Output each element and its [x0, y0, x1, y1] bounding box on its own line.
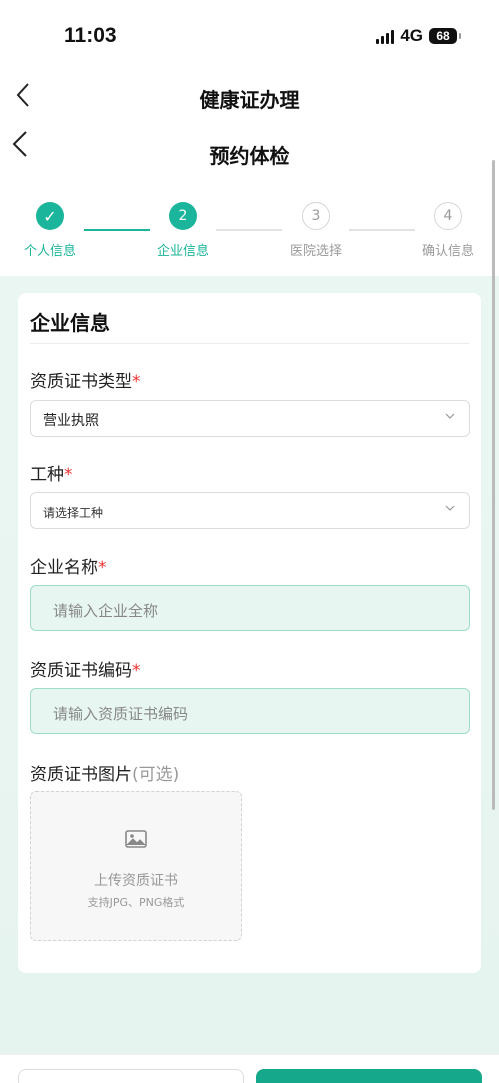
scrollbar[interactable] — [492, 160, 495, 810]
card-title: 企业信息 — [30, 311, 110, 335]
image-icon — [125, 830, 147, 848]
required-mark: * — [132, 661, 141, 681]
card-divider — [30, 343, 469, 344]
inner-page-title: 预约体检 — [209, 144, 290, 168]
upload-hint: 支持JPG、PNG格式 — [87, 896, 185, 909]
cert-type-select[interactable]: 营业执照 — [30, 400, 470, 437]
step-connector-1 — [84, 229, 150, 231]
job-type-placeholder: 请选择工种 — [43, 506, 104, 520]
network-type: 4G — [400, 26, 423, 45]
company-name-placeholder: 请输入企业全称 — [53, 602, 159, 620]
step-3-circle: 3 — [302, 202, 330, 230]
upload-title: 上传资质证书 — [94, 873, 178, 889]
optional-mark: (可选) — [132, 765, 180, 785]
step-2-circle: 2 — [169, 202, 197, 230]
cert-type-label-text: 资质证书类型 — [30, 372, 132, 392]
step-connector-2 — [216, 229, 282, 231]
step-2-label: 企业信息 — [157, 244, 210, 259]
step-indicator: ✓ 2 3 4 个人信息 企业信息 医院选择 确认信息 — [0, 190, 499, 270]
chevron-down-icon — [445, 505, 455, 511]
cert-code-input[interactable]: 请输入资质证书编码 — [30, 688, 470, 734]
cert-type-value: 营业执照 — [43, 413, 99, 429]
outer-nav-bar: 健康证办理 — [0, 72, 499, 122]
required-mark: * — [98, 558, 107, 578]
signal-icon — [376, 28, 395, 44]
status-time: 11:03 — [64, 24, 117, 47]
step-4-label: 确认信息 — [422, 244, 475, 259]
job-type-select[interactable]: 请选择工种 — [30, 492, 470, 529]
battery-icon: 68 — [429, 28, 461, 44]
bottom-action-bar — [0, 1054, 499, 1083]
cert-code-label-text: 资质证书编码 — [30, 661, 132, 681]
step-1-check-icon: ✓ — [36, 202, 64, 230]
job-type-label-text: 工种 — [30, 465, 64, 485]
cert-code-label: 资质证书编码* — [30, 656, 141, 681]
step-4-circle: 4 — [434, 202, 462, 230]
status-bar: 11:03 4G 68 — [0, 0, 499, 72]
outer-page-title: 健康证办理 — [199, 88, 300, 112]
cert-type-label: 资质证书类型* — [30, 367, 141, 392]
job-type-label: 工种* — [30, 460, 73, 485]
step-1-label: 个人信息 — [24, 244, 77, 259]
company-name-label-text: 企业名称 — [30, 558, 98, 578]
cert-image-upload[interactable]: 上传资质证书 支持JPG、PNG格式 — [30, 791, 242, 941]
cert-code-placeholder: 请输入资质证书编码 — [53, 705, 189, 723]
previous-step-button[interactable] — [18, 1069, 244, 1083]
step-3-label: 医院选择 — [290, 244, 343, 259]
company-name-input[interactable]: 请输入企业全称 — [30, 585, 470, 631]
company-info-card: 企业信息 资质证书类型* 营业执照 工种* 请选择工种 企业名称* 请输入企业全… — [18, 293, 481, 973]
next-step-button[interactable] — [256, 1069, 482, 1083]
required-mark: * — [132, 372, 141, 392]
cert-image-label: 资质证书图片(可选) — [30, 760, 179, 785]
inner-nav-bar: 预约体检 — [0, 122, 499, 178]
chevron-down-icon — [445, 413, 455, 419]
required-mark: * — [64, 465, 73, 485]
cert-image-label-text: 资质证书图片 — [30, 765, 132, 785]
company-name-label: 企业名称* — [30, 553, 107, 578]
step-connector-3 — [349, 229, 415, 231]
status-indicators: 4G 68 — [376, 26, 461, 46]
